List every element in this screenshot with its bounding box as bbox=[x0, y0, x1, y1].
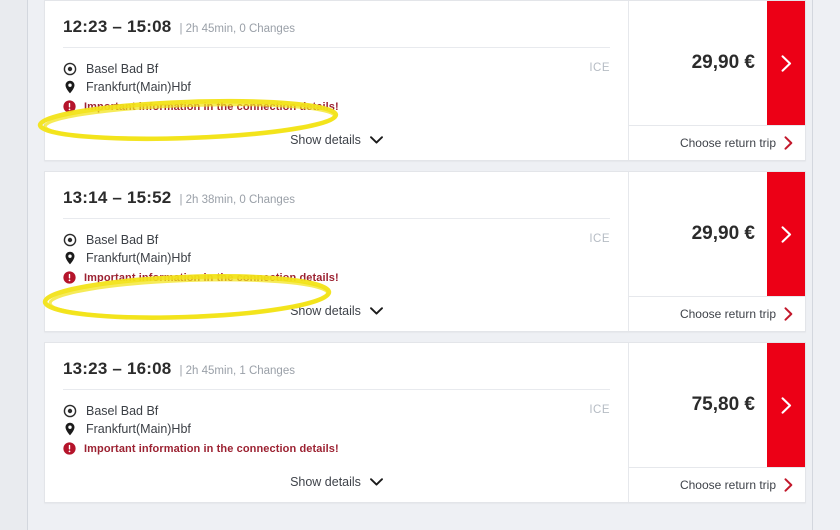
destination-row: Frankfurt(Main)Hbf bbox=[63, 251, 610, 265]
origin-station-label: Basel Bad Bf bbox=[86, 404, 159, 418]
origin-station-label: Basel Bad Bf bbox=[86, 233, 159, 247]
price-value-container: 75,80 € bbox=[629, 343, 767, 467]
origin-station-label: Basel Bad Bf bbox=[86, 62, 159, 76]
map-pin-icon bbox=[65, 251, 75, 265]
connection-warning[interactable]: Important information in the connection … bbox=[63, 100, 610, 113]
price-panel: 29,90 € Choose return trip bbox=[629, 172, 805, 331]
choose-return-trip-label: Choose return trip bbox=[679, 307, 776, 321]
choose-return-trip-button[interactable]: Choose return trip bbox=[629, 125, 805, 160]
choose-return-trip-label: Choose return trip bbox=[679, 136, 776, 150]
connection-meta: | 2h 38min, 0 Changes bbox=[179, 194, 295, 206]
connection-time-range: 12:23 – 15:08 bbox=[63, 17, 172, 36]
destination-row: Frankfurt(Main)Hbf bbox=[63, 80, 610, 94]
origin-row: Basel Bad Bf bbox=[63, 233, 610, 247]
origin-circle-icon bbox=[63, 62, 77, 76]
connection-detail-panel: 13:14 – 15:52 | 2h 38min, 0 Changes ICE … bbox=[45, 172, 629, 331]
price-value: 29,90 € bbox=[691, 223, 755, 244]
choose-return-trip-button[interactable]: Choose return trip bbox=[629, 467, 805, 502]
price-value-container: 29,90 € bbox=[629, 172, 767, 296]
price-main-row: 75,80 € bbox=[629, 343, 805, 467]
warning-exclamation-icon bbox=[63, 271, 76, 284]
connection-meta: | 2h 45min, 0 Changes bbox=[179, 23, 295, 35]
connection-body: ICE Basel Bad Bf Frankfurt(Main)Hbf Impo… bbox=[45, 390, 628, 465]
select-connection-button[interactable] bbox=[767, 343, 805, 467]
origin-row: Basel Bad Bf bbox=[63, 404, 610, 418]
chevron-right-red-icon bbox=[784, 136, 793, 150]
destination-row: Frankfurt(Main)Hbf bbox=[63, 422, 610, 436]
choose-return-trip-label: Choose return trip bbox=[679, 478, 776, 492]
price-main-row: 29,90 € bbox=[629, 172, 805, 296]
price-value: 29,90 € bbox=[691, 52, 755, 73]
chevron-right-red-icon bbox=[784, 307, 793, 321]
destination-station-label: Frankfurt(Main)Hbf bbox=[86, 251, 191, 265]
show-details-button[interactable]: Show details bbox=[45, 123, 628, 160]
price-main-row: 29,90 € bbox=[629, 1, 805, 125]
connection-header: 13:14 – 15:52 | 2h 38min, 0 Changes bbox=[45, 172, 628, 218]
results-page: 12:23 – 15:08 | 2h 45min, 0 Changes ICE … bbox=[0, 0, 840, 530]
chevron-right-icon bbox=[781, 54, 791, 72]
destination-station-label: Frankfurt(Main)Hbf bbox=[86, 80, 191, 94]
connection-card-3[interactable]: 13:23 – 16:08 | 2h 45min, 1 Changes ICE … bbox=[44, 342, 806, 503]
choose-return-trip-button[interactable]: Choose return trip bbox=[629, 296, 805, 331]
show-details-button[interactable]: Show details bbox=[45, 294, 628, 331]
show-details-button[interactable]: Show details bbox=[45, 465, 628, 502]
show-details-label: Show details bbox=[290, 133, 361, 147]
connection-header: 12:23 – 15:08 | 2h 45min, 0 Changes bbox=[45, 1, 628, 47]
price-panel: 29,90 € Choose return trip bbox=[629, 1, 805, 160]
price-value: 75,80 € bbox=[691, 394, 755, 415]
warning-text: Important information in the connection … bbox=[84, 442, 339, 455]
origin-circle-icon bbox=[63, 233, 77, 247]
connection-detail-panel: 12:23 – 15:08 | 2h 45min, 0 Changes ICE … bbox=[45, 1, 629, 160]
map-pin-icon bbox=[65, 422, 75, 436]
connection-time-range: 13:14 – 15:52 bbox=[63, 188, 172, 207]
connection-time-range: 13:23 – 16:08 bbox=[63, 359, 172, 378]
chevron-right-icon bbox=[781, 225, 791, 243]
warning-text: Important information in the connection … bbox=[84, 271, 339, 284]
connection-detail-panel: 13:23 – 16:08 | 2h 45min, 1 Changes ICE … bbox=[45, 343, 629, 502]
connection-header: 13:23 – 16:08 | 2h 45min, 1 Changes bbox=[45, 343, 628, 389]
show-details-label: Show details bbox=[290, 475, 361, 489]
chevron-down-icon bbox=[369, 136, 383, 144]
chevron-right-icon bbox=[781, 396, 791, 414]
origin-circle-icon bbox=[63, 404, 77, 418]
connection-warning[interactable]: Important information in the connection … bbox=[63, 271, 610, 284]
select-connection-button[interactable] bbox=[767, 172, 805, 296]
price-value-container: 29,90 € bbox=[629, 1, 767, 125]
price-panel: 75,80 € Choose return trip bbox=[629, 343, 805, 502]
connection-body: ICE Basel Bad Bf Frankfurt(Main)Hbf Impo… bbox=[45, 219, 628, 294]
connection-meta: | 2h 45min, 1 Changes bbox=[179, 365, 295, 377]
warning-exclamation-icon bbox=[63, 100, 76, 113]
connection-card-2[interactable]: 13:14 – 15:52 | 2h 38min, 0 Changes ICE … bbox=[44, 171, 806, 332]
connection-body: ICE Basel Bad Bf Frankfurt(Main)Hbf Impo… bbox=[45, 48, 628, 123]
chevron-down-icon bbox=[369, 478, 383, 486]
destination-station-label: Frankfurt(Main)Hbf bbox=[86, 422, 191, 436]
origin-row: Basel Bad Bf bbox=[63, 62, 610, 76]
connection-card-1[interactable]: 12:23 – 15:08 | 2h 45min, 0 Changes ICE … bbox=[44, 0, 806, 161]
chevron-right-red-icon bbox=[784, 478, 793, 492]
show-details-label: Show details bbox=[290, 304, 361, 318]
chevron-down-icon bbox=[369, 307, 383, 315]
map-pin-icon bbox=[65, 80, 75, 94]
connection-results-list: 12:23 – 15:08 | 2h 45min, 0 Changes ICE … bbox=[44, 0, 806, 503]
warning-exclamation-icon bbox=[63, 442, 76, 455]
right-gutter bbox=[812, 0, 840, 530]
left-gutter bbox=[0, 0, 28, 530]
warning-text: Important information in the connection … bbox=[84, 100, 339, 113]
select-connection-button[interactable] bbox=[767, 1, 805, 125]
connection-warning[interactable]: Important information in the connection … bbox=[63, 442, 610, 455]
